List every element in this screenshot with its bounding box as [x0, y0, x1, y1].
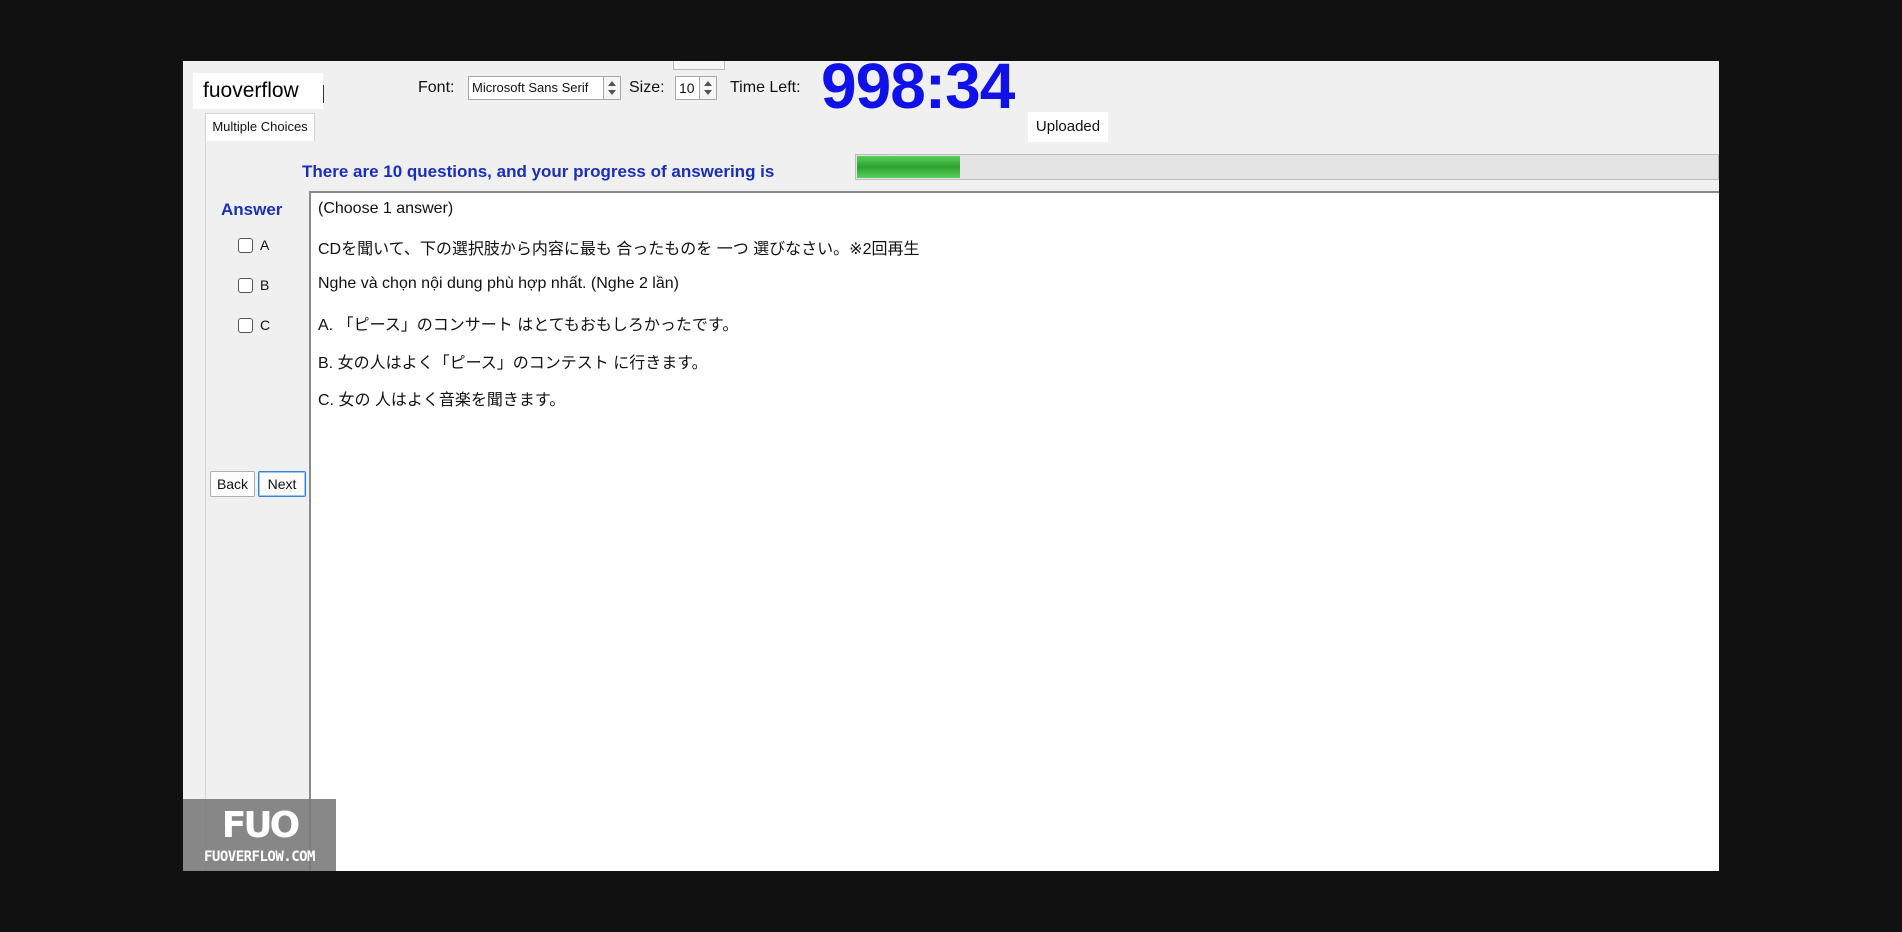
watermark-text: FUOVERFLOW.COM — [203, 849, 316, 865]
fuoverflow-watermark: FUO FUOVERFLOW.COM — [183, 799, 336, 871]
time-left-label: Time Left: — [730, 79, 801, 96]
question-choice-c: C. 女の 人はよく音楽を聞きます。 — [318, 392, 566, 409]
progress-fill — [857, 156, 961, 178]
checkbox-b[interactable] — [238, 277, 253, 293]
question-instruction: (Choose 1 answer) — [318, 200, 454, 217]
answer-option-c[interactable]: C — [238, 315, 270, 335]
answer-label-a: A — [260, 237, 270, 253]
countdown-timer: 998:34 — [821, 61, 1015, 122]
back-button[interactable]: Back — [210, 471, 255, 497]
checkbox-c[interactable] — [238, 317, 253, 333]
spinner-down-icon[interactable] — [608, 90, 616, 95]
checkbox-a[interactable] — [238, 237, 253, 253]
question-pane: (Choose 1 answer) CDを聞いて、下の選択肢から内容に最も 合っ… — [309, 191, 1719, 871]
fuo-logo-icon: FUO — [221, 805, 300, 846]
font-select[interactable]: Microsoft Sans Serif — [468, 76, 606, 100]
progress-bar — [855, 154, 1719, 180]
question-prompt-vi: Nghe và chọn nội dung phù hợp nhất. (Ngh… — [318, 275, 679, 292]
font-spinner[interactable] — [603, 76, 621, 100]
answer-label-b: B — [260, 277, 270, 293]
spinner-down-icon[interactable] — [704, 90, 712, 95]
spinner-up-icon[interactable] — [704, 81, 712, 86]
size-spinner[interactable] — [699, 76, 717, 100]
spinner-up-icon[interactable] — [608, 81, 616, 86]
next-button[interactable]: Next — [258, 471, 306, 497]
size-input[interactable]: 10 — [675, 76, 701, 100]
question-choice-b: B. 女の人はよく「ピース」のコンテスト に行きます。 — [318, 355, 708, 372]
answer-option-a[interactable]: A — [238, 235, 269, 255]
upload-status: Uploaded — [1028, 112, 1108, 142]
size-label: Size: — [629, 79, 665, 96]
answer-label-c: C — [260, 317, 271, 333]
answer-title: Answer — [221, 200, 283, 219]
question-choice-a: A. 「ピース」のコンサート はとてもおもしろかったです。 — [318, 317, 739, 334]
answer-option-b[interactable]: B — [238, 275, 269, 295]
question-prompt-jp: CDを聞いて、下の選択肢から内容に最も 合ったものを 一つ 選びなさい。※2回再… — [318, 241, 920, 258]
username-label: fuoverflow — [193, 73, 323, 109]
text-caret — [323, 85, 324, 103]
top-spinner-edge — [673, 61, 725, 70]
progress-text: There are 10 questions, and your progres… — [302, 162, 775, 181]
tab-multiple-choices[interactable]: Multiple Choices — [205, 113, 315, 141]
font-label: Font: — [418, 79, 455, 96]
